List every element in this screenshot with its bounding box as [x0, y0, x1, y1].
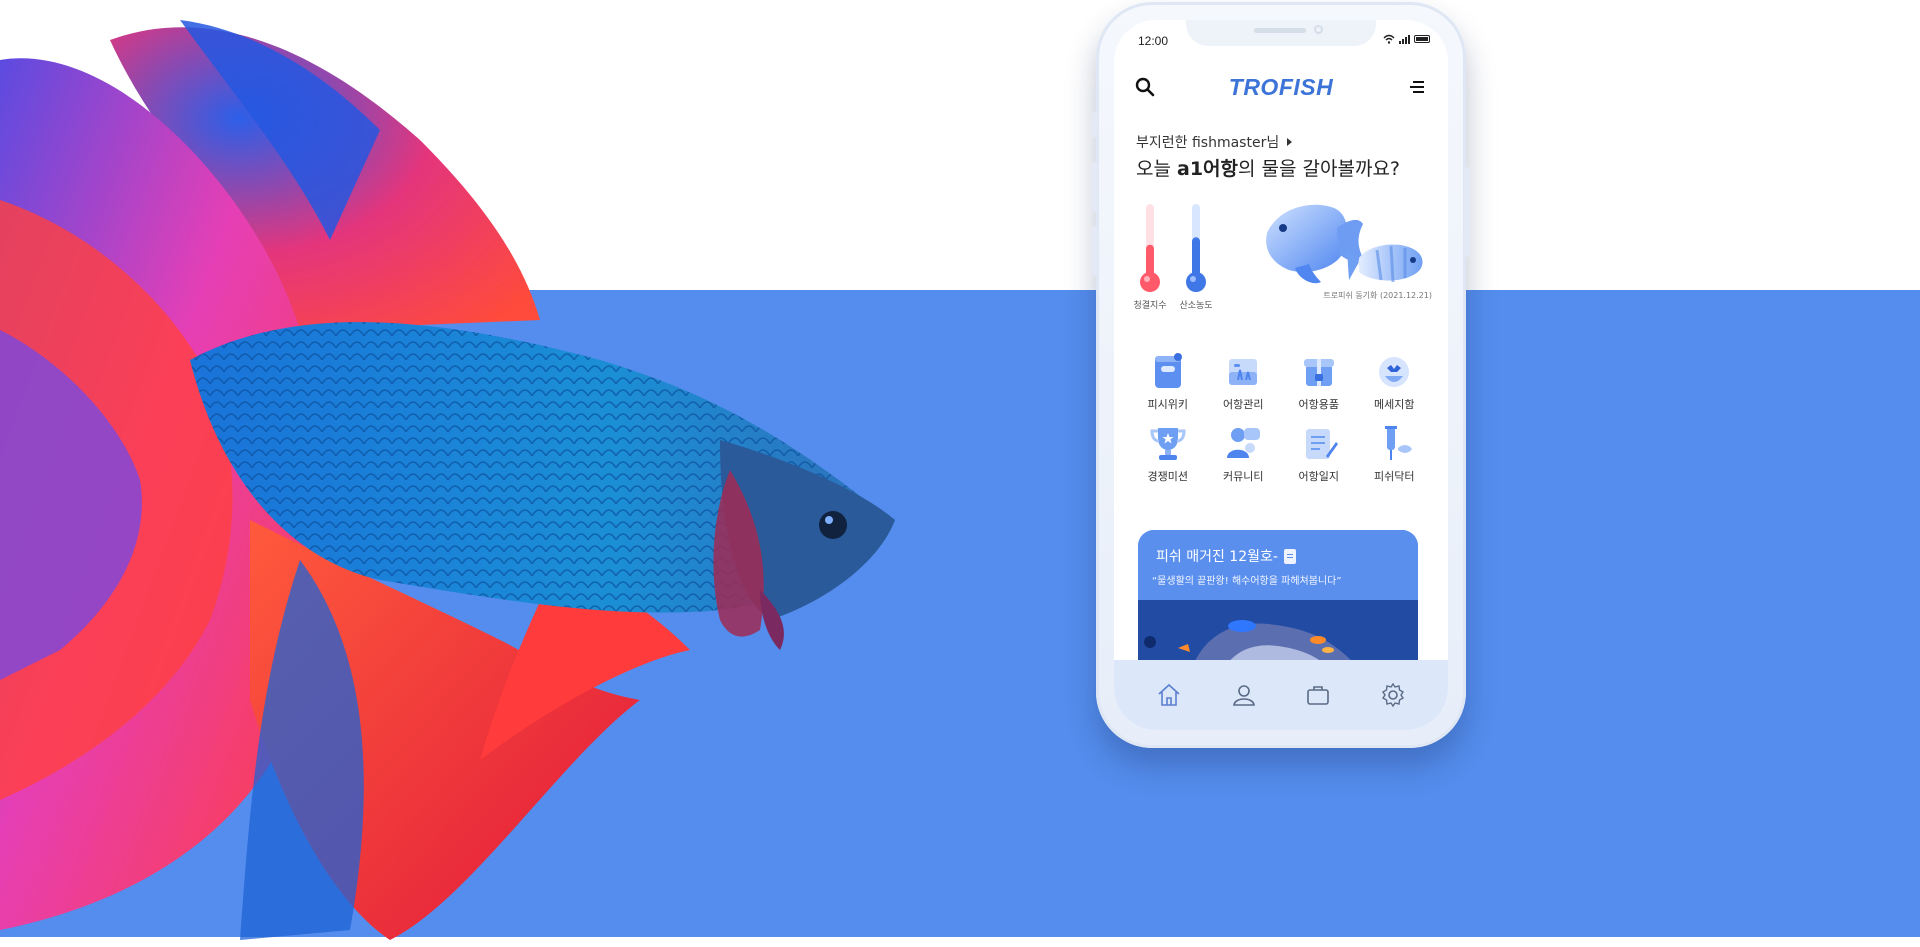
- menu-item-community[interactable]: 커뮤니티: [1206, 422, 1282, 484]
- menu-label: 커뮤니티: [1223, 470, 1264, 483]
- greeting-user-link[interactable]: 부지런한 fishmaster님: [1136, 132, 1293, 152]
- menu-item-fish-wiki[interactable]: 피시위키: [1130, 350, 1206, 412]
- profile-icon: [1232, 685, 1255, 706]
- feature-menu-grid: 피시위키 어항관리 어항용품 메세지함 경쟁미션 커뮤니티 어항일지 피쉬닥터: [1130, 350, 1432, 484]
- menu-label: 어항용품: [1298, 398, 1339, 411]
- document-icon: [1283, 548, 1296, 564]
- journal-icon: [1305, 429, 1338, 459]
- gauge-label: 청결지수: [1133, 301, 1167, 311]
- menu-label: 피쉬닥터: [1374, 470, 1415, 483]
- menu-label: 피시위키: [1147, 398, 1188, 411]
- tab-shop[interactable]: [1303, 680, 1333, 710]
- tab-profile[interactable]: [1229, 680, 1259, 710]
- magazine-title: 피쉬 매거진 12월호-: [1156, 546, 1296, 566]
- tank-name: a1어항: [1177, 158, 1239, 180]
- menu-item-tank-supplies[interactable]: 어항용품: [1281, 350, 1357, 412]
- menu-item-messages[interactable]: 메세지함: [1357, 350, 1433, 412]
- phone-side-button: [1464, 167, 1470, 257]
- app-logo: TROFISH: [1228, 74, 1334, 100]
- magazine-title-text: 피쉬 매거진 12월호-: [1156, 549, 1278, 565]
- cleanliness-gauge[interactable]: 청결지수: [1130, 202, 1170, 311]
- trophy-icon: [1150, 428, 1186, 460]
- magazine-subtitle: “물생활의 끝판왕! 해수어항을 파헤쳐봅니다”: [1152, 576, 1342, 587]
- phone-side-button: [1092, 112, 1098, 138]
- signal-icon: [1399, 34, 1410, 44]
- camera-icon: [1314, 25, 1323, 34]
- magazine-header: 피쉬 매거진 12월호- “물생활의 끝판왕! 해수어항을 파헤쳐봅니다”: [1138, 530, 1418, 600]
- message-icon: [1379, 357, 1410, 387]
- status-icons: [1383, 34, 1430, 44]
- oxygen-gauge[interactable]: 산소농도: [1176, 202, 1216, 311]
- greeting-question: 오늘 a1어항의 물을 갈아볼까요?: [1136, 154, 1400, 181]
- gauge-label: 산소농도: [1179, 301, 1213, 311]
- phone-notch: [1186, 20, 1376, 46]
- tab-settings[interactable]: [1378, 680, 1408, 710]
- phone-mockup: 12:00 TROFISH 부지런한 fishmaster님 오늘 a1어항의 …: [1092, 2, 1470, 748]
- gift-box-icon: [1303, 359, 1334, 386]
- menu-icon[interactable]: [1408, 79, 1426, 95]
- thermometer-icon: [1186, 204, 1206, 292]
- caret-right-icon: [1287, 138, 1293, 146]
- wifi-icon: [1383, 34, 1395, 44]
- bag-icon: [1307, 686, 1330, 705]
- greeting-suffix: 의 물을 갈아볼까요?: [1238, 158, 1401, 180]
- tab-home[interactable]: [1154, 680, 1184, 710]
- menu-label: 메세지함: [1374, 398, 1415, 411]
- menu-item-competition-mission[interactable]: 경쟁미션: [1130, 422, 1206, 484]
- fish-mascot-icon: [1266, 204, 1423, 284]
- menu-label: 어항일지: [1298, 470, 1339, 483]
- sync-status-text: 트로피쉬 동기화 (2021.12.21): [1323, 291, 1432, 300]
- home-icon: [1158, 683, 1180, 706]
- menu-item-fish-doctor[interactable]: 피쉬닥터: [1357, 422, 1433, 484]
- greeting-name: 부지런한 fishmaster님: [1136, 135, 1280, 151]
- menu-item-tank-management[interactable]: 어항관리: [1206, 350, 1282, 412]
- book-icon: [1154, 353, 1182, 388]
- app-screen: 12:00 TROFISH 부지런한 fishmaster님 오늘 a1어항의 …: [1114, 20, 1448, 730]
- greeting-prefix: 오늘: [1136, 158, 1177, 180]
- syringe-icon: [1385, 426, 1413, 460]
- bottom-tab-bar: [1114, 660, 1448, 730]
- menu-item-tank-journal[interactable]: 어항일지: [1281, 422, 1357, 484]
- phone-side-button: [1092, 226, 1098, 276]
- settings-icon: [1381, 682, 1404, 708]
- phone-side-button: [1092, 162, 1098, 212]
- community-icon: [1227, 428, 1261, 458]
- betta-fish-illustration: [0, 20, 895, 940]
- hero-banner: 12:00 TROFISH 부지런한 fishmaster님 오늘 a1어항의 …: [0, 0, 1920, 947]
- app-header: TROFISH: [1114, 62, 1448, 112]
- menu-label: 어항관리: [1223, 398, 1264, 411]
- aquarium-icon: [1229, 359, 1258, 385]
- speaker-grille: [1254, 28, 1306, 33]
- magazine-card[interactable]: 피쉬 매거진 12월호- “물생활의 끝판왕! 해수어항을 파헤쳐봅니다”: [1138, 530, 1418, 680]
- menu-label: 경쟁미션: [1147, 470, 1188, 483]
- thermometer-icon: [1140, 204, 1160, 292]
- status-time: 12:00: [1138, 34, 1169, 48]
- battery-icon: [1414, 35, 1430, 43]
